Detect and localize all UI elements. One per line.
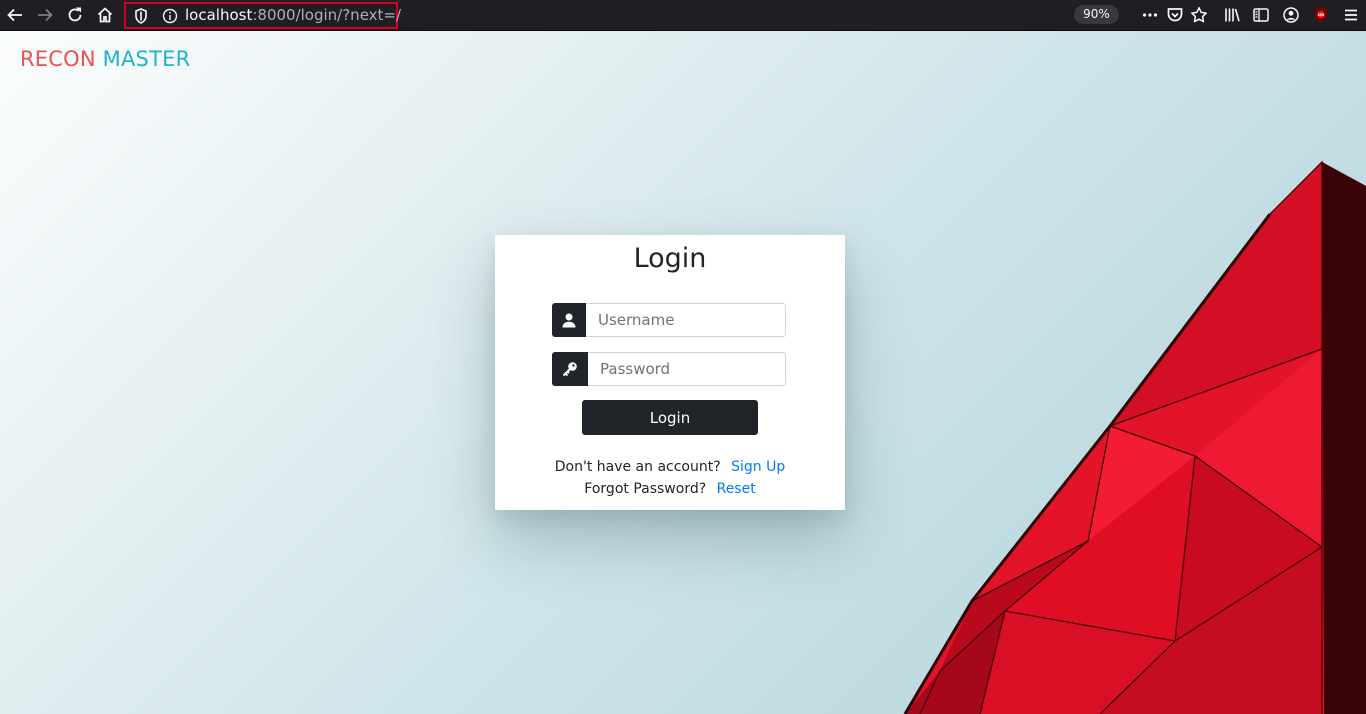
pocket-icon[interactable] xyxy=(1163,3,1187,27)
url-path: :8000/login/?next=/ xyxy=(252,6,402,24)
page-actions-icon[interactable] xyxy=(1138,3,1162,27)
signup-line: Don't have an account? Sign Up xyxy=(495,459,845,475)
url-text[interactable]: localhost:8000/login/?next=/ xyxy=(185,7,401,24)
login-title: Login xyxy=(633,243,707,274)
username-field xyxy=(552,303,786,337)
site-info-icon[interactable] xyxy=(162,8,178,29)
sidebar-icon[interactable] xyxy=(1249,3,1273,27)
back-icon[interactable] xyxy=(3,3,27,27)
signup-prompt: Don't have an account? xyxy=(554,459,721,475)
zoom-level-badge[interactable]: 90% xyxy=(1074,5,1119,24)
browser-toolbar: localhost:8000/login/?next=/ 90% uo xyxy=(0,0,1366,31)
login-button[interactable]: Login xyxy=(582,400,758,435)
library-icon[interactable] xyxy=(1220,3,1244,27)
user-icon xyxy=(552,303,586,337)
key-icon xyxy=(552,352,588,386)
forgot-line: Forgot Password? Reset xyxy=(495,481,845,497)
password-input[interactable] xyxy=(588,352,786,386)
username-input[interactable] xyxy=(586,303,786,337)
reload-icon[interactable] xyxy=(63,3,87,27)
forgot-prompt: Forgot Password? xyxy=(584,481,707,497)
page-background: RECON MASTER Login Login Don't have an a… xyxy=(0,31,1366,714)
reset-link[interactable]: Reset xyxy=(717,481,756,497)
svg-text:uo: uo xyxy=(1318,13,1324,18)
bookmark-star-icon[interactable] xyxy=(1187,3,1211,27)
signup-link[interactable]: Sign Up xyxy=(731,459,785,475)
brand-logo[interactable]: RECON MASTER xyxy=(20,47,190,71)
menu-icon[interactable] xyxy=(1339,3,1363,27)
url-host: localhost xyxy=(185,6,253,24)
forward-icon[interactable] xyxy=(33,3,57,27)
brand-recon: RECON xyxy=(20,47,96,71)
password-field xyxy=(552,352,786,386)
home-icon[interactable] xyxy=(93,3,117,27)
tracking-shield-icon[interactable] xyxy=(134,8,148,29)
address-bar[interactable]: localhost:8000/login/?next=/ xyxy=(124,2,401,29)
login-card: Login Login Don't have an account? Sign … xyxy=(495,235,845,510)
account-icon[interactable] xyxy=(1279,3,1303,27)
ublock-icon[interactable]: uo xyxy=(1309,3,1333,27)
brand-master: MASTER xyxy=(102,47,191,71)
